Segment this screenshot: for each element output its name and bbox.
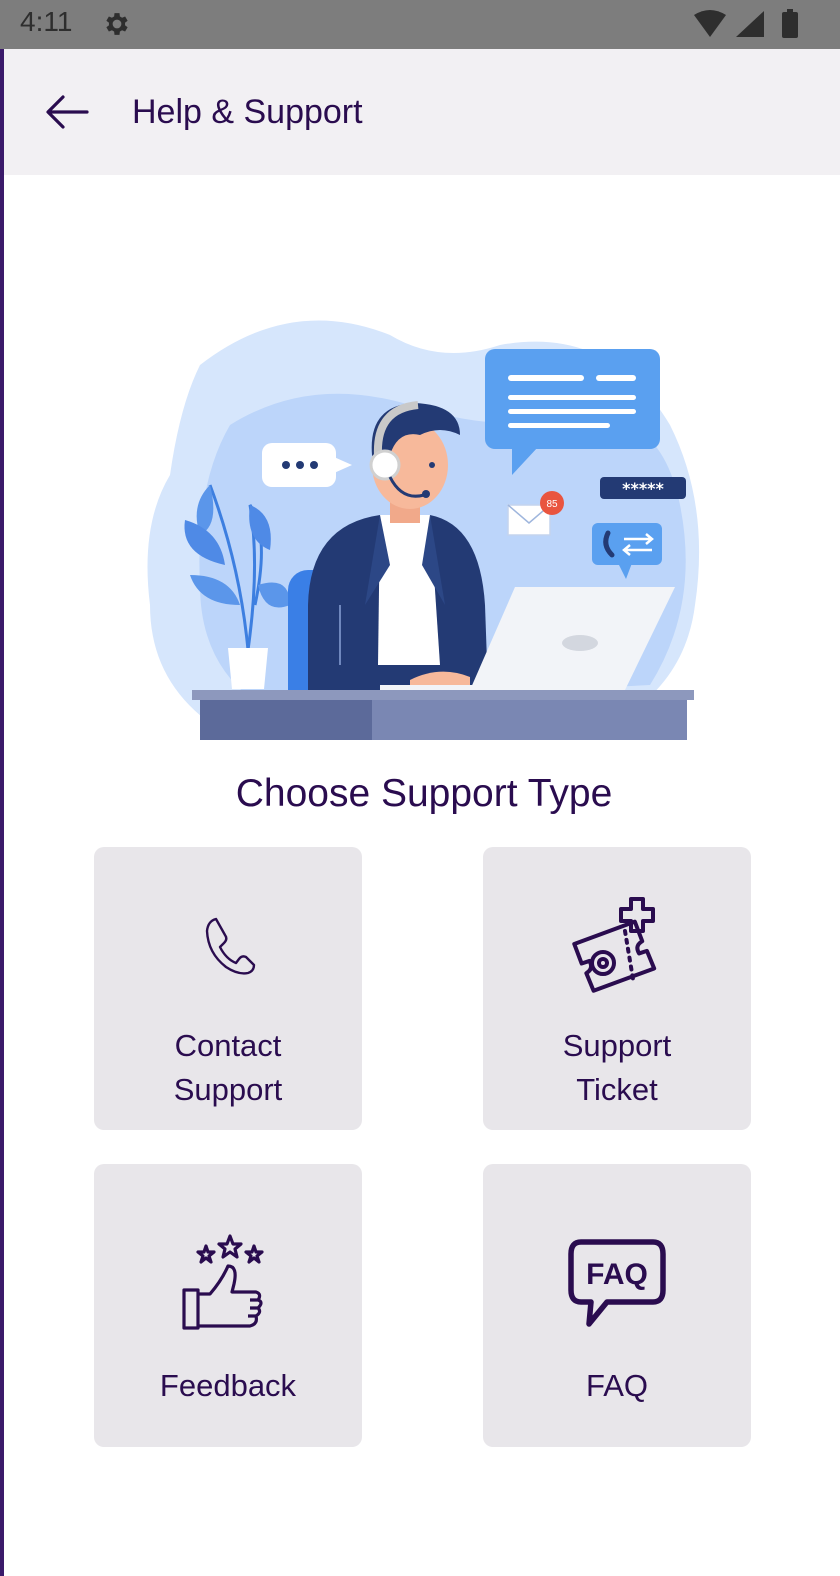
status-time: 4:11 — [20, 6, 73, 37]
status-right-icons — [694, 9, 798, 38]
faq-label: FAQ — [585, 1368, 648, 1403]
cell-signal-icon — [736, 11, 764, 37]
phone-icon — [205, 917, 256, 975]
feedback-label: Feedback — [159, 1368, 297, 1403]
status-bar: 4:11 — [0, 0, 840, 49]
app-bar: Help & Support — [4, 49, 840, 175]
section-title: Choose Support Type — [235, 772, 613, 815]
page-title: Help & Support — [132, 93, 363, 131]
support-ticket-card[interactable]: Support Ticket — [483, 847, 751, 1130]
feedback-card[interactable]: Feedback — [94, 1164, 362, 1447]
faq-speech-bubble-icon: FAQ — [568, 1239, 666, 1327]
desk — [192, 690, 694, 740]
wifi-icon — [694, 10, 726, 37]
customer-support-agent-illustration: 85 ***** — [147, 320, 700, 740]
contact-support-label-line1: Contact — [174, 1028, 282, 1063]
faq-card[interactable]: FAQ FAQ — [483, 1164, 751, 1447]
support-ticket-label-line2: Ticket — [576, 1072, 658, 1107]
ticket-plus-icon — [572, 897, 657, 993]
back-button[interactable] — [34, 79, 100, 145]
badge-count: 85 — [546, 499, 558, 510]
support-ticket-label-line1: Support — [562, 1028, 672, 1063]
contact-support-label-line2: Support — [173, 1072, 283, 1107]
faq-icon-text: FAQ — [586, 1258, 648, 1291]
thumbs-up-stars-icon — [182, 1234, 264, 1330]
settings-gear-icon — [106, 13, 128, 35]
password-mask: ***** — [622, 479, 664, 498]
password-bubble: ***** — [600, 477, 686, 499]
battery-icon — [782, 12, 798, 38]
contact-support-card[interactable]: Contact Support — [94, 847, 362, 1130]
arrow-left-icon — [46, 95, 89, 129]
